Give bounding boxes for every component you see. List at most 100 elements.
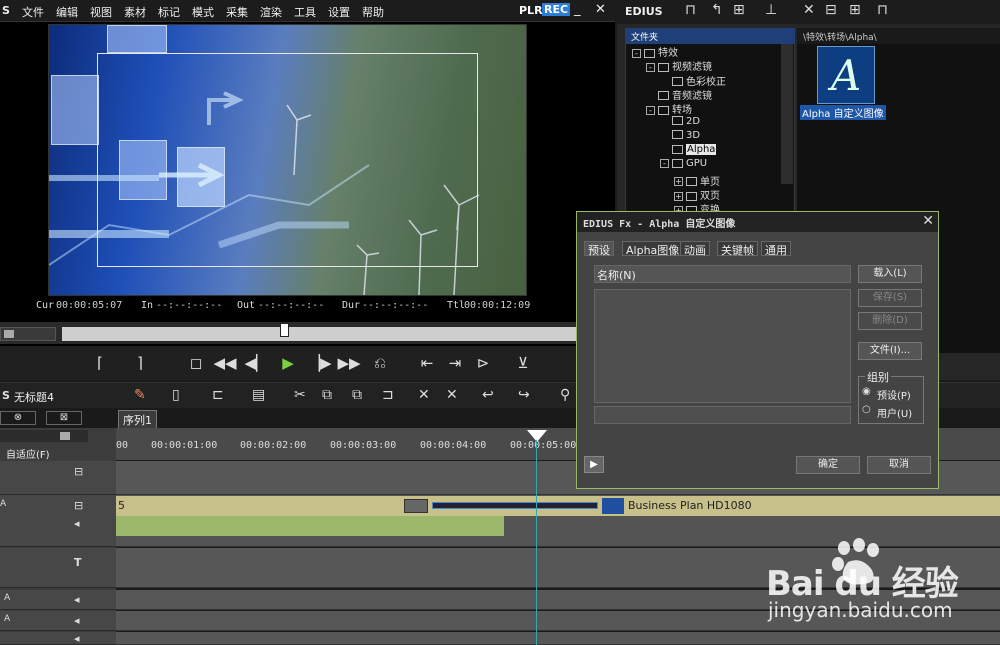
zoom-handle[interactable] (60, 432, 70, 440)
step-back-icon[interactable]: ◀▏ (244, 351, 268, 375)
track-header-a1[interactable]: A ◂ (0, 590, 116, 610)
properties-icon[interactable]: ⊟ (825, 2, 837, 18)
lock-icon[interactable]: ⊓ (877, 2, 888, 18)
wand-icon[interactable]: ✎ (134, 387, 146, 403)
menu-mode[interactable]: 模式 (192, 4, 214, 20)
load-button[interactable]: 载入(L) (858, 265, 922, 283)
plr-mode-label[interactable]: PLR (519, 4, 543, 17)
tab-sequence[interactable]: 序列1 (118, 410, 157, 430)
delete-button[interactable]: 删除(D) (858, 312, 922, 330)
collapse-icon[interactable]: - (660, 158, 669, 168)
tab-animation[interactable]: 动画 (680, 241, 710, 257)
paste-icon[interactable]: ⧉ (352, 387, 362, 403)
track-view-icon[interactable]: ⊟ (74, 465, 83, 478)
up-folder-icon[interactable]: ↰ (711, 2, 723, 18)
rec-mode-label[interactable]: REC (542, 3, 571, 16)
menu-tools[interactable]: 工具 (294, 4, 316, 20)
menu-clip[interactable]: 素材 (124, 4, 146, 20)
ok-button[interactable]: 确定 (796, 456, 860, 474)
set-in-icon[interactable]: ⌈ (88, 351, 112, 375)
tree-item[interactable]: - 转场 (646, 101, 692, 116)
close-icon[interactable]: ✕ (595, 2, 606, 17)
save-icon[interactable]: ▤ (252, 387, 265, 403)
menu-file[interactable]: 文件 (22, 4, 44, 20)
expand-icon[interactable]: ▶ (584, 456, 604, 473)
description-field[interactable] (594, 406, 851, 424)
collapse-icon[interactable]: - (632, 48, 641, 58)
menu-settings[interactable]: 设置 (328, 4, 350, 20)
new-folder-icon[interactable]: ⊞ (733, 2, 745, 18)
folder-icon[interactable]: ⊓ (685, 2, 696, 18)
cut-icon[interactable]: ✂ (294, 387, 306, 403)
open-icon[interactable]: ⊏ (212, 387, 224, 403)
track-header-va[interactable]: A ⊟ ◂ (0, 495, 116, 547)
speaker-icon[interactable]: ◂ (74, 517, 80, 530)
set-out-icon[interactable]: ⌉ (128, 351, 152, 375)
collapse-icon[interactable]: - (646, 62, 655, 72)
tree-item[interactable]: 3D (660, 130, 700, 141)
minimize-icon[interactable]: _ (574, 2, 581, 17)
tree-item[interactable]: + 双页 (674, 187, 720, 202)
fast-forward-icon[interactable]: ▶▶ (336, 351, 362, 375)
alpha-custom-image-thumbnail[interactable]: A (817, 46, 875, 104)
replace-icon[interactable]: ⊳ (472, 351, 494, 375)
dialog-close-icon[interactable]: ✕ (922, 213, 934, 229)
loop-icon[interactable]: ⎌ (368, 351, 392, 375)
cancel-button[interactable]: 取消 (867, 456, 931, 474)
tree-item[interactable]: + 单页 (674, 173, 720, 188)
menu-marker[interactable]: 标记 (158, 4, 180, 20)
ripple-delete-icon[interactable]: ✕ (446, 387, 458, 403)
tree-item[interactable]: 音频滤镜 (646, 87, 712, 102)
name-column-label[interactable]: 名称(N) (597, 267, 636, 283)
speaker-icon[interactable]: ◂ (74, 614, 80, 627)
tree-item[interactable]: - 特效 (632, 44, 678, 59)
shuttle-handle[interactable] (4, 330, 14, 338)
audio-waveform-bar[interactable] (116, 516, 504, 536)
transition-bar[interactable] (432, 502, 598, 509)
menu-view[interactable]: 视图 (90, 4, 112, 20)
overwrite-icon[interactable]: ⇥ (444, 351, 466, 375)
scrub-bar[interactable] (0, 322, 615, 344)
zoom-slider[interactable] (0, 430, 88, 442)
tree-item[interactable]: - 视频滤镜 (646, 58, 712, 73)
preset-list[interactable] (594, 289, 851, 403)
fit-dropdown[interactable]: 自适应(F) (6, 446, 50, 461)
redo-icon[interactable]: ↪ (518, 387, 530, 403)
radio-preset-label[interactable]: 预设(P) (877, 387, 911, 402)
delete-icon[interactable]: ✕ (803, 2, 815, 18)
tree-item[interactable]: Alpha (660, 144, 717, 156)
marker-icon[interactable]: ⚲ (560, 387, 570, 403)
undo-icon[interactable]: ↩ (482, 387, 494, 403)
menu-render[interactable]: 渲染 (260, 4, 282, 20)
clip-business-plan[interactable]: 5 Business Plan HD1080 (116, 496, 1000, 516)
tl-icon[interactable]: ⊗ (0, 411, 36, 425)
scrub-handle[interactable] (280, 323, 289, 337)
playhead-marker[interactable] (527, 430, 547, 442)
copy-icon[interactable]: ⧉ (322, 387, 332, 403)
radio-user-label[interactable]: 用户(U) (877, 405, 912, 420)
tree-item[interactable]: 色彩校正 (660, 73, 726, 88)
add-cut-icon[interactable]: ⊐ (382, 387, 394, 403)
speaker-icon[interactable]: ◂ (74, 593, 80, 606)
new-seq-icon[interactable]: ▯ (172, 387, 180, 403)
radio-preset-icon[interactable]: ◉ (862, 386, 871, 397)
tree-item[interactable]: 2D (660, 116, 700, 127)
play-icon[interactable]: ▶ (276, 351, 300, 375)
expand-icon[interactable]: + (674, 177, 683, 187)
file-button[interactable]: 文件(I)... (858, 342, 922, 360)
rewind-icon[interactable]: ◀◀ (212, 351, 238, 375)
tab-preset[interactable]: 预设 (584, 241, 614, 257)
tab-alpha-image[interactable]: Alpha图像 (622, 241, 684, 257)
expand-icon[interactable]: + (674, 191, 683, 201)
track-header-v[interactable]: ⊟ (0, 461, 116, 495)
stop-icon[interactable]: ◻ (184, 351, 208, 375)
tree-scrollbar[interactable] (781, 44, 793, 184)
tab-keyframe[interactable]: 关键帧 (717, 241, 758, 257)
tl-icon-2[interactable]: ⊠ (46, 411, 82, 425)
step-forward-icon[interactable]: ▕▶ (308, 351, 332, 375)
view-icon[interactable]: ⊞ (849, 2, 861, 18)
track-view-icon[interactable]: ⊟ (74, 499, 83, 512)
delete-clip-icon[interactable]: ✕ (418, 387, 430, 403)
export-icon[interactable]: ⊻ (512, 351, 534, 375)
track-header-t[interactable]: T (0, 548, 116, 588)
